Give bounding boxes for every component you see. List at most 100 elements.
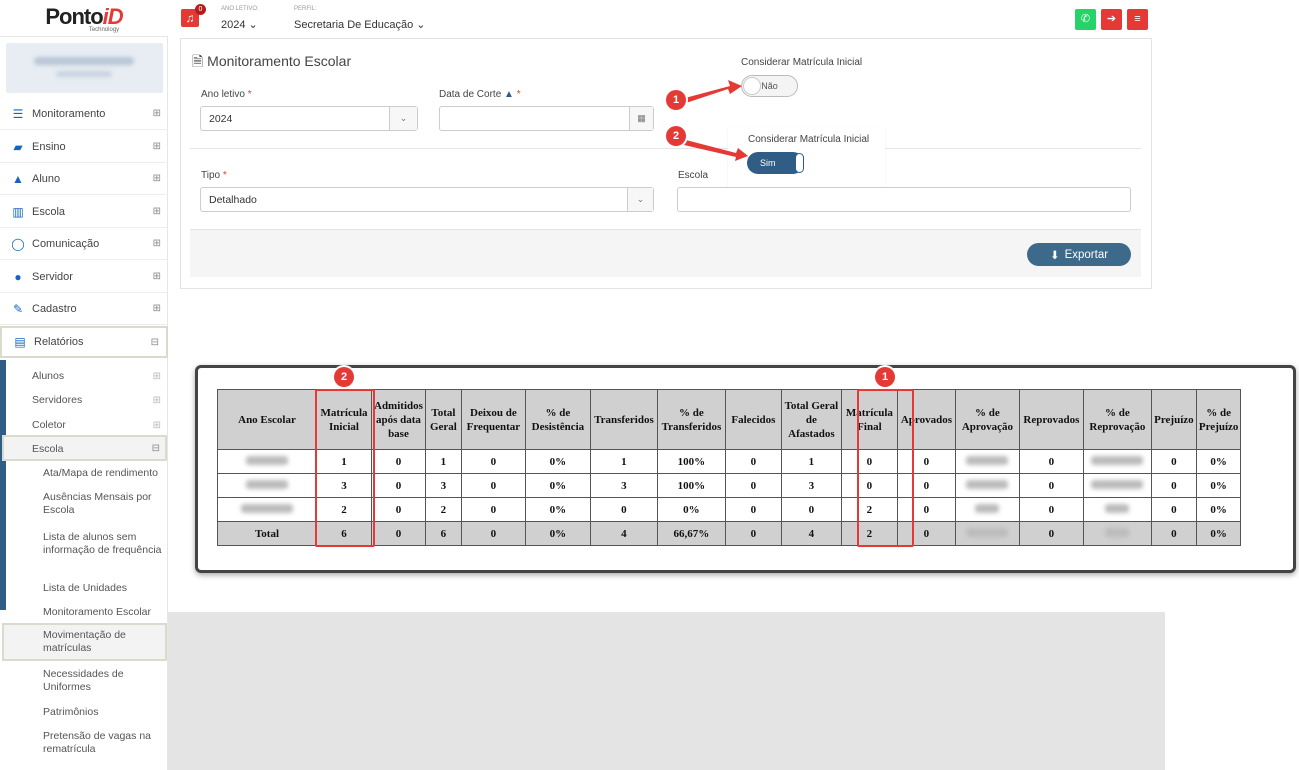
- redacted-value: [1105, 527, 1130, 537]
- sidebar-item-label: Relatórios: [34, 336, 84, 348]
- sidebar-item-monitoramento[interactable]: ☰ Monitoramento ⊞: [0, 98, 168, 130]
- whatsapp-icon[interactable]: ✆: [1075, 9, 1096, 30]
- table-cell: 0: [371, 449, 426, 474]
- calendar-icon[interactable]: ▦: [629, 107, 653, 130]
- collapse-icon: ⊟: [150, 336, 159, 348]
- table-cell: 0: [1150, 473, 1197, 498]
- redacted-value: [1105, 503, 1130, 513]
- report-link-monitoramento-escolar[interactable]: Monitoramento Escolar: [43, 606, 165, 619]
- sidebar-item-cadastro[interactable]: ✎ Cadastro ⊞: [0, 293, 168, 325]
- ano-letivo-select[interactable]: 2024 ⌄: [200, 106, 418, 131]
- step-badge-1: 1: [666, 90, 686, 110]
- redacted-value: [975, 503, 1000, 513]
- sidebar-subitem-coletor[interactable]: Coletor ⊞: [0, 418, 168, 432]
- table-cell: 0: [371, 497, 426, 522]
- col-header: % de Aprovação: [954, 389, 1020, 450]
- brand-name-accent: iD: [102, 4, 124, 29]
- download-icon: ⬇: [1049, 249, 1060, 262]
- report-link-ausencias[interactable]: Ausências Mensais por Escola: [43, 491, 165, 517]
- book-icon: ▰: [13, 139, 23, 154]
- content-background: [168, 612, 1165, 770]
- report-link-pretensao-vagas[interactable]: Pretensão de vagas na rematrícula: [43, 730, 165, 756]
- col-header: Transferidos: [589, 389, 658, 450]
- step-badge-2: 2: [334, 367, 354, 387]
- sidebar-item-comunicacao[interactable]: ◯ Comunicação ⊞: [0, 228, 168, 260]
- ano-letivo-selector[interactable]: 2024 ⌄: [221, 18, 258, 31]
- redacted-value: [966, 455, 1009, 465]
- data-corte-input[interactable]: ▦: [439, 106, 654, 131]
- expand-icon: ⊞: [152, 173, 161, 184]
- escola-select[interactable]: [677, 187, 1131, 212]
- table-cell: 1: [780, 449, 842, 474]
- annotation-arrow-1: [685, 80, 742, 103]
- tipo-select[interactable]: Detalhado ⌄: [200, 187, 654, 212]
- considerar-matricula-toggle-on[interactable]: Sim: [747, 152, 804, 174]
- table-cell: 6: [424, 521, 462, 546]
- table-cell: 0: [371, 521, 426, 546]
- ano-letivo-value: 2024: [209, 112, 233, 125]
- report-link-lista-sem-frequencia[interactable]: Lista de alunos sem informação de frequê…: [43, 531, 165, 557]
- redacted-value: [966, 527, 1009, 537]
- report-link-uniformes[interactable]: Necessidades de Uniformes: [43, 668, 165, 694]
- sidebar-item-escola[interactable]: ▥ Escola ⊞: [0, 196, 168, 228]
- report-link-ata[interactable]: Ata/Mapa de rendimento: [43, 467, 165, 480]
- sidebar-item-aluno[interactable]: ▲ Aluno ⊞: [0, 163, 168, 195]
- report-link-lista-unidades[interactable]: Lista de Unidades: [43, 582, 165, 595]
- sidebar-item-label: Servidor: [32, 270, 73, 283]
- col-header: Total Geral: [424, 389, 462, 450]
- user-card[interactable]: [6, 43, 163, 93]
- table-cell: [217, 497, 317, 522]
- brand-name: Ponto: [45, 4, 103, 29]
- report-link-movimentacao[interactable]: Movimentação de matrículas: [43, 629, 165, 655]
- chevron-down-icon: ⌄: [389, 107, 417, 130]
- sidebar-subitem-escola[interactable]: Escola ⊟: [2, 435, 167, 461]
- table-cell: 4: [589, 521, 658, 546]
- table-cell: 100%: [656, 473, 726, 498]
- ano-letivo-field-label: Ano letivo *: [201, 89, 252, 100]
- expand-icon: ⊞: [152, 370, 161, 382]
- table-cell: [1082, 449, 1152, 474]
- document-icon: ▤: [14, 335, 26, 349]
- export-button[interactable]: ⬇ Exportar: [1027, 243, 1131, 266]
- sidebar-subitem-servidores[interactable]: Servidores ⊞: [0, 393, 168, 407]
- table-cell: 0%: [524, 521, 591, 546]
- annotation-arrow-2: [684, 140, 748, 161]
- table-cell: 0: [724, 521, 782, 546]
- building-icon: ▥: [12, 204, 24, 219]
- ano-letivo-label: ANO LETIVO:: [221, 6, 259, 12]
- menu-icon[interactable]: ≡: [1127, 9, 1148, 30]
- form-footer: [190, 229, 1141, 277]
- considerar-matricula-label: Considerar Matrícula Inicial: [741, 57, 863, 68]
- sidebar-item-relatorios[interactable]: ▤ Relatórios ⊟: [0, 326, 168, 358]
- table-cell: 0: [1150, 497, 1197, 522]
- table-cell: 0: [460, 449, 526, 474]
- table-cell: 0: [460, 497, 526, 522]
- col-header: % de Transferidos: [656, 389, 726, 450]
- sidebar-subitem-alunos[interactable]: Alunos ⊞: [0, 369, 168, 383]
- table-cell: 3: [424, 473, 462, 498]
- table-cell: 0: [1018, 497, 1084, 522]
- table-cell: 0%: [524, 497, 591, 522]
- expand-icon: ⊞: [152, 419, 161, 431]
- popup-considerar-label: Considerar Matrícula Inicial: [748, 134, 870, 145]
- table-cell: 4: [780, 521, 842, 546]
- redacted-value: [1091, 479, 1144, 489]
- logout-icon[interactable]: ➔: [1101, 9, 1122, 30]
- pdf-icon: 🗎: [192, 53, 204, 69]
- redacted-value: [246, 479, 288, 489]
- warning-icon: ▲: [504, 89, 514, 100]
- table-cell: 100%: [656, 449, 726, 474]
- table-cell: [217, 473, 317, 498]
- expand-icon: ⊞: [152, 271, 161, 282]
- table-cell: 0: [460, 521, 526, 546]
- report-link-patrimonios[interactable]: Patrimônios: [43, 706, 165, 719]
- redacted-value: [966, 479, 1009, 489]
- col-header: % de Prejuízo: [1195, 389, 1242, 450]
- perfil-selector[interactable]: Secretaria De Educação ⌄: [294, 18, 426, 31]
- sidebar-item-servidor[interactable]: ● Servidor ⊞: [0, 261, 168, 293]
- highlight-matricula-final: [857, 389, 914, 547]
- table-cell: 0: [724, 449, 782, 474]
- sidebar-item-ensino[interactable]: ▰ Ensino ⊞: [0, 131, 168, 163]
- escola-field-label: Escola: [678, 170, 709, 181]
- table-cell: [1082, 497, 1152, 522]
